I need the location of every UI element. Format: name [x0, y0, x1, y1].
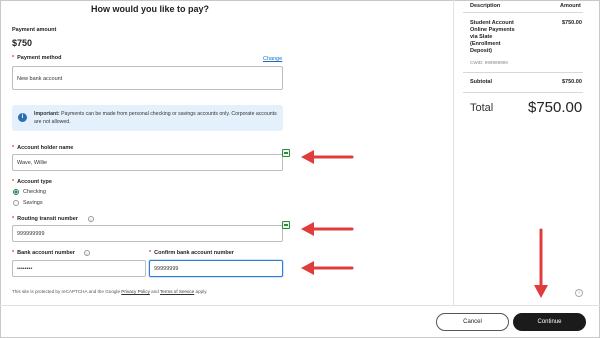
total-value: $750.00: [528, 99, 583, 116]
important-notice: i Important: Payments can be made from p…: [12, 105, 283, 131]
routing-input[interactable]: 999999999: [12, 225, 283, 242]
bank-account-input[interactable]: ••••••••: [12, 260, 146, 277]
summary-col-description: Description: [470, 3, 501, 9]
divider: [463, 12, 583, 13]
payment-method-label: * Payment method: [12, 55, 62, 61]
notice-bold: Important:: [34, 111, 60, 117]
bank-account-label: * Bank account number: [12, 250, 75, 256]
account-type-label: * Account type: [12, 179, 52, 185]
routing-help-icon[interactable]: i: [88, 216, 94, 222]
summary-item-cwid: CWID: 999999999: [470, 60, 508, 65]
terms-of-service-link[interactable]: Terms of Service: [160, 289, 194, 294]
change-payment-method-link[interactable]: Change: [263, 56, 282, 62]
radio-checking[interactable]: [13, 189, 19, 195]
cancel-button[interactable]: Cancel: [436, 313, 509, 331]
bank-account-help-icon[interactable]: i: [84, 250, 90, 256]
summary-item-description: Student Account Online Payments via Slat…: [470, 20, 515, 54]
subtotal-value: $750.00: [562, 79, 582, 85]
total-label: Total: [470, 102, 494, 114]
payment-amount-label: Payment amount: [12, 27, 57, 33]
confirm-account-label: * Confirm bank account number: [149, 250, 234, 256]
divider: [463, 72, 583, 73]
divider: [463, 92, 583, 93]
autofill-icon[interactable]: [282, 221, 290, 229]
radio-savings[interactable]: [13, 200, 19, 206]
payment-method-field[interactable]: New bank account: [12, 66, 283, 90]
summary-item-amount: $750.00: [562, 20, 582, 26]
subtotal-label: Subtotal: [470, 79, 492, 85]
privacy-policy-link[interactable]: Privacy Policy: [121, 289, 150, 294]
help-icon[interactable]: i: [575, 289, 583, 297]
continue-button[interactable]: Continue: [513, 313, 586, 331]
account-holder-label: * Account holder name: [12, 145, 74, 151]
notice-text: Payments can be made from personal check…: [34, 111, 277, 125]
summary-col-amount: Amount: [560, 3, 581, 9]
payment-form: How would you like to pay? Payment amoun…: [0, 0, 452, 305]
radio-savings-label: Savings: [23, 200, 43, 206]
payment-amount-value: $750: [12, 38, 33, 48]
autofill-icon[interactable]: [282, 149, 290, 157]
account-holder-input[interactable]: Wave, Willie: [12, 154, 283, 171]
footer-bar: [0, 305, 600, 338]
page-title: How would you like to pay?: [90, 4, 209, 14]
radio-checking-label: Checking: [23, 189, 46, 195]
info-icon: i: [18, 113, 27, 122]
routing-label: * Routing transit number: [12, 216, 78, 222]
recaptcha-notice: This site is protected by reCAPTCHA and …: [12, 289, 208, 294]
confirm-account-input[interactable]: 99999999: [149, 260, 283, 277]
